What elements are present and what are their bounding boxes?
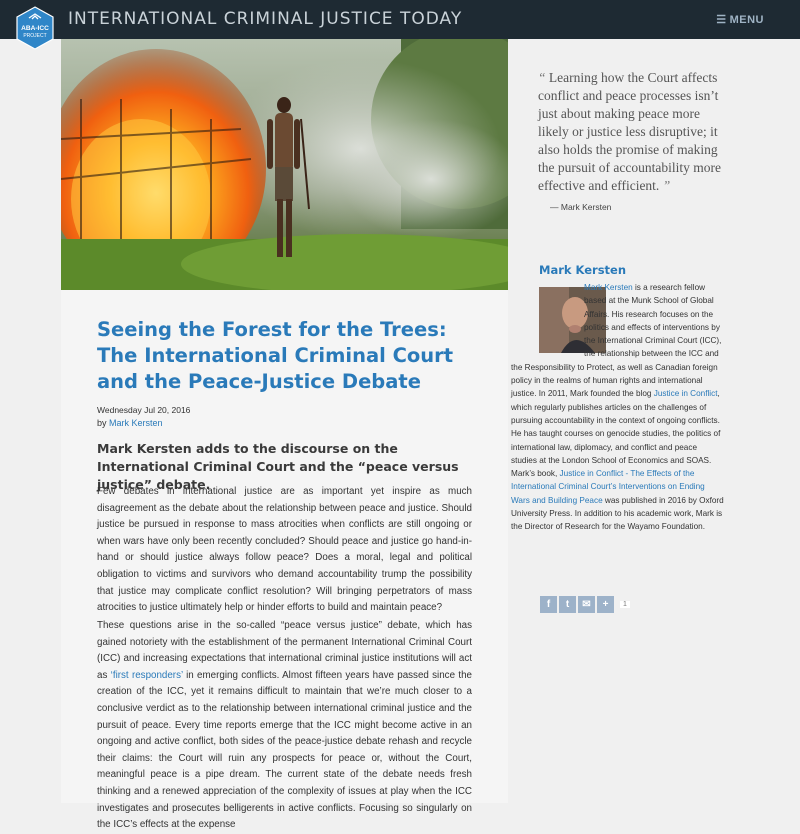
plus-share-icon[interactable]: + — [597, 596, 614, 613]
twitter-icon[interactable]: t — [559, 596, 576, 613]
byline-prefix: by — [97, 418, 107, 428]
share-count: 1 — [620, 601, 630, 608]
article-date: Wednesday Jul 20, 2016 — [97, 405, 191, 415]
article-body: Seeing the Forest for the Trees: The Int… — [61, 290, 508, 830]
hero-image — [61, 39, 508, 290]
logo-text-line2: PROJECT — [23, 33, 46, 39]
blog-link[interactable]: Justice in Conflict — [654, 389, 718, 398]
first-responders-link[interactable]: ‘first responders’ — [111, 670, 183, 681]
menu-button[interactable]: ☰ MENU — [716, 13, 764, 26]
article-paragraph-1: Few debates in international justice are… — [97, 486, 472, 614]
pull-quote: “ Learning how the Court affects conflic… — [538, 69, 728, 195]
share-buttons: f t ✉ + 1 — [540, 596, 630, 613]
quote-attribution: — Mark Kersten — [550, 202, 612, 212]
open-quote-mark: “ — [538, 70, 546, 85]
pull-quote-text: Learning how the Court affects conflict … — [538, 70, 721, 193]
article-byline: by Mark Kersten — [97, 418, 163, 428]
bio-name-link[interactable]: Mark Kersten — [584, 283, 633, 292]
site-title[interactable]: INTERNATIONAL CRIMINAL JUSTICE TODAY — [68, 9, 462, 29]
email-icon[interactable]: ✉ — [578, 596, 595, 613]
sidebar: “ Learning how the Court affects conflic… — [508, 39, 800, 803]
close-quote-mark: ” — [662, 178, 671, 193]
author-link[interactable]: Mark Kersten — [109, 418, 163, 428]
article-paragraph-2: These questions arise in the so-called “… — [97, 618, 472, 834]
author-bio: Mark Kersten is a research fellow based … — [511, 281, 724, 534]
top-navigation-bar: INTERNATIONAL CRIMINAL JUSTICE TODAY ☰ ME… — [0, 0, 800, 39]
paragraph-2-text-b: in emerging conflicts. Almost fifteen ye… — [97, 669, 472, 831]
menu-label: MENU — [729, 14, 764, 26]
logo-text-line1: ABA-ICC — [21, 25, 49, 32]
article-title: Seeing the Forest for the Trees: The Int… — [97, 318, 454, 393]
hamburger-icon: ☰ — [716, 14, 727, 26]
aba-icc-project-logo[interactable]: ABA-ICC PROJECT — [16, 6, 54, 50]
facebook-icon[interactable]: f — [540, 596, 557, 613]
bio-text-2: , which regularly publishes articles on … — [511, 389, 721, 479]
author-bio-heading: Mark Kersten — [539, 263, 627, 277]
